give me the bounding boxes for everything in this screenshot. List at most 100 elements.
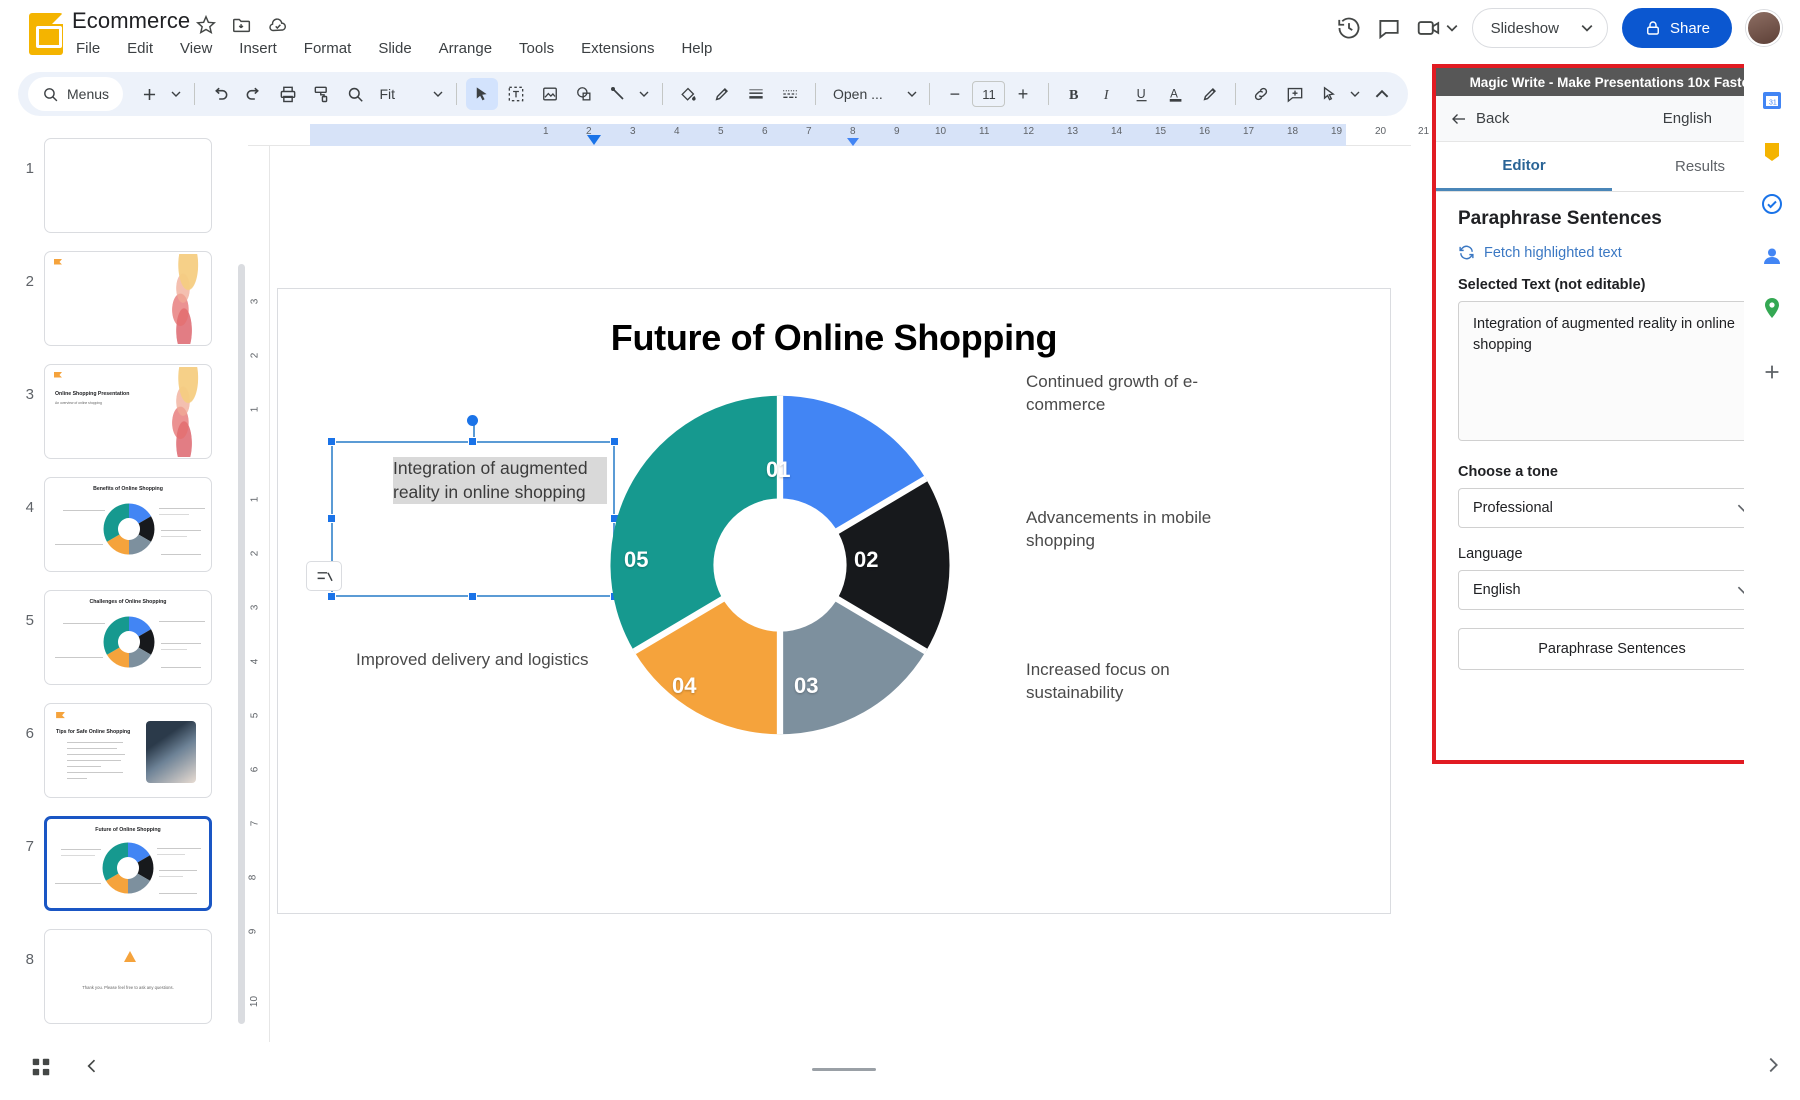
slide-thumbnail[interactable] [44, 138, 212, 233]
menu-help[interactable]: Help [677, 38, 716, 59]
filmstrip-scrollbar[interactable] [238, 264, 245, 1024]
insert-comment-button[interactable] [1279, 78, 1311, 110]
slide-thumbnail[interactable]: Challenges of Online Shopping [44, 590, 212, 685]
text-color-button[interactable]: A [1160, 78, 1192, 110]
vertical-ruler[interactable]: 3 2 1 1 2 3 4 5 6 7 8 9 10 [248, 146, 270, 1042]
filmstrip-slide-2[interactable]: 2 [18, 251, 212, 346]
insert-link-button[interactable] [1245, 78, 1277, 110]
resize-handle-nw[interactable] [327, 437, 336, 446]
keep-icon[interactable] [1756, 136, 1788, 168]
text-box-button[interactable] [500, 78, 532, 110]
italic-button[interactable]: I [1092, 78, 1124, 110]
new-slide-button[interactable] [133, 78, 165, 110]
slide-thumbnail-selected[interactable]: Future of Online Shopping [44, 816, 212, 911]
tasks-icon[interactable] [1756, 188, 1788, 220]
resize-handle-w[interactable] [327, 514, 336, 523]
slide-thumbnail[interactable]: Online Shopping Presentation An overview… [44, 364, 212, 459]
select-mode-dropdown[interactable] [1347, 78, 1364, 110]
paraphrase-sentences-button[interactable]: Paraphrase Sentences [1458, 628, 1766, 670]
menu-insert[interactable]: Insert [235, 38, 281, 59]
paint-format-button[interactable] [306, 78, 338, 110]
slide-title[interactable]: Future of Online Shopping [278, 317, 1390, 359]
slide-thumbnail[interactable] [44, 251, 212, 346]
filmstrip-slide-3[interactable]: 3 Online Shopping Presentation An overvi… [18, 364, 212, 459]
selected-text-content[interactable]: Integration of augmented reality in onli… [393, 457, 607, 504]
zoom-dropdown[interactable] [429, 78, 446, 110]
new-slide-dropdown[interactable] [167, 78, 184, 110]
highlight-color-button[interactable] [1194, 78, 1226, 110]
share-button[interactable]: Share [1622, 8, 1732, 48]
calendar-icon[interactable]: 31 [1756, 84, 1788, 116]
filmstrip-slide-6[interactable]: 6 Tips for Safe Online Shopping [18, 703, 212, 798]
font-family-dropdown[interactable] [903, 78, 920, 110]
font-size-input[interactable]: 11 [972, 81, 1005, 107]
border-dash-button[interactable] [774, 78, 806, 110]
slide-thumbnail[interactable]: Tips for Safe Online Shopping [44, 703, 212, 798]
donut-chart[interactable]: 01 02 03 04 05 [600, 385, 960, 745]
select-mode-button[interactable] [1313, 78, 1345, 110]
menu-slide[interactable]: Slide [374, 38, 415, 59]
menu-arrange[interactable]: Arrange [435, 38, 496, 59]
slide-thumbnail[interactable]: Thank you. Please feel free to ask any q… [44, 929, 212, 1024]
resize-handle-sw[interactable] [327, 592, 336, 601]
slide-note-left[interactable]: Improved delivery and logistics [356, 649, 616, 672]
filmstrip-slide-4[interactable]: 4 Benefits of Online Shopping [18, 477, 212, 572]
cloud-saved-icon[interactable] [267, 14, 289, 36]
bold-button[interactable]: B [1058, 78, 1090, 110]
version-history-icon[interactable] [1336, 15, 1362, 41]
contacts-icon[interactable] [1756, 240, 1788, 272]
slide-note-right-3[interactable]: Increased focus on sustainability [1026, 659, 1246, 705]
selected-text-box[interactable]: Integration of augmented reality in onli… [331, 441, 615, 597]
expand-panel-icon[interactable] [1762, 1054, 1784, 1076]
comment-icon[interactable] [1376, 15, 1402, 41]
star-icon[interactable] [195, 14, 217, 36]
move-to-folder-icon[interactable] [231, 14, 253, 36]
border-weight-button[interactable] [740, 78, 772, 110]
slide-thumbnail[interactable]: Benefits of Online Shopping [44, 477, 212, 572]
fetch-highlighted-text-button[interactable]: Fetch highlighted text [1458, 244, 1766, 261]
collapse-filmstrip-icon[interactable] [82, 1056, 102, 1076]
print-button[interactable] [272, 78, 304, 110]
tone-select[interactable]: Professional [1458, 488, 1766, 528]
redo-button[interactable] [238, 78, 270, 110]
border-color-button[interactable] [706, 78, 738, 110]
resize-handle-s[interactable] [468, 592, 477, 601]
speaker-notes-handle[interactable] [812, 1068, 876, 1071]
slideshow-button[interactable]: Slideshow [1473, 20, 1571, 37]
filmstrip-slide-7[interactable]: 7 Future of Online Shopping [18, 816, 212, 911]
slide-note-right-2[interactable]: Advancements in mobile shopping [1026, 507, 1246, 553]
zoom-level-label[interactable]: Fit [374, 86, 402, 102]
strikethrough-badge-icon[interactable] [306, 561, 342, 591]
insert-line-button[interactable] [602, 78, 634, 110]
select-tool-button[interactable] [466, 78, 498, 110]
search-menus-button[interactable]: Menus [28, 77, 123, 111]
decrease-font-size-button[interactable]: − [939, 78, 970, 110]
menu-file[interactable]: File [72, 38, 104, 59]
resize-handle-n[interactable] [468, 437, 477, 446]
collapse-toolbar-button[interactable] [1366, 78, 1398, 110]
filmstrip-slide-1[interactable]: 1 [18, 138, 212, 233]
language-select[interactable]: English [1458, 570, 1766, 610]
grid-view-icon[interactable] [30, 1056, 52, 1078]
underline-button[interactable]: U [1126, 78, 1158, 110]
slideshow-options-button[interactable] [1571, 12, 1603, 44]
avatar[interactable] [1746, 10, 1782, 46]
menu-format[interactable]: Format [300, 38, 356, 59]
slide-note-right-1[interactable]: Continued growth of e-commerce [1026, 371, 1246, 417]
filmstrip-slide-8[interactable]: 8 Thank you. Please feel free to ask any… [18, 929, 212, 1024]
insert-shape-button[interactable] [568, 78, 600, 110]
fill-color-button[interactable] [672, 78, 704, 110]
zoom-button[interactable] [340, 78, 372, 110]
menu-extensions[interactable]: Extensions [577, 38, 658, 59]
undo-button[interactable] [204, 78, 236, 110]
maps-icon[interactable] [1756, 292, 1788, 324]
slide-filmstrip[interactable]: 1 2 3 Online Shopping Presentation An ov… [0, 124, 248, 1042]
back-button[interactable]: Back [1450, 110, 1509, 128]
filmstrip-slide-5[interactable]: 5 Challenges of Online Shopping [18, 590, 212, 685]
horizontal-ruler[interactable]: 1 2 3 4 5 6 7 8 9 10 11 12 13 14 15 16 1… [248, 124, 1411, 146]
font-family-select[interactable]: Open ... [825, 86, 901, 102]
present-to-meeting-button[interactable] [1416, 15, 1458, 41]
menu-edit[interactable]: Edit [123, 38, 157, 59]
menu-view[interactable]: View [176, 38, 216, 59]
insert-image-button[interactable] [534, 78, 566, 110]
